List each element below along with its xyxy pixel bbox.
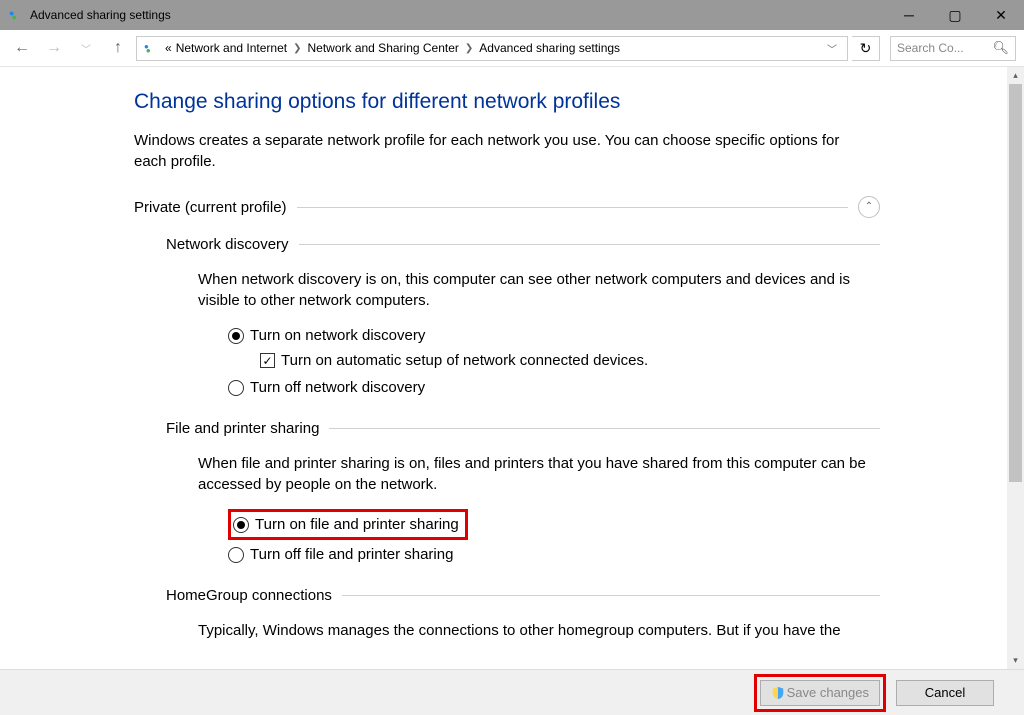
highlight-annotation: Save changes [754, 674, 886, 712]
divider [297, 207, 848, 208]
scroll-down-icon[interactable]: ▾ [1007, 652, 1024, 669]
highlight-annotation: Turn on file and printer sharing [228, 509, 468, 540]
profile-section-header[interactable]: Private (current profile) ⌃ [134, 196, 880, 218]
cancel-button[interactable]: Cancel [896, 680, 994, 706]
vertical-scrollbar[interactable]: ▴ ▾ [1007, 67, 1024, 669]
radio-label: Turn off file and printer sharing [250, 544, 453, 565]
checkbox-auto-setup[interactable]: Turn on automatic setup of network conne… [260, 350, 880, 371]
radio-icon [233, 517, 249, 533]
app-icon [8, 7, 24, 23]
radio-nd-off[interactable]: Turn off network discovery [228, 377, 880, 398]
search-icon: 🔍︎ [992, 40, 1009, 56]
bottom-bar: Save changes Cancel [0, 669, 1024, 715]
divider [342, 595, 880, 596]
radio-icon [228, 328, 244, 344]
search-placeholder: Search Co... [897, 41, 964, 55]
forward-button[interactable]: → [40, 34, 68, 62]
recent-dropdown[interactable]: ﹀ [72, 34, 100, 62]
page-title: Change sharing options for different net… [134, 87, 880, 116]
radio-label: Turn on network discovery [250, 325, 425, 346]
breadcrumb-prefix: « [163, 41, 174, 55]
scroll-thumb[interactable] [1009, 84, 1022, 482]
search-input[interactable]: Search Co... 🔍︎ [890, 36, 1016, 61]
scroll-up-icon[interactable]: ▴ [1007, 67, 1024, 84]
file-printer-header: File and printer sharing [166, 418, 880, 439]
radio-label: Turn on file and printer sharing [255, 514, 459, 535]
homegroup-header: HomeGroup connections [166, 585, 880, 606]
divider [329, 428, 880, 429]
radio-fp-off[interactable]: Turn off file and printer sharing [228, 544, 880, 565]
radio-label: Turn off network discovery [250, 377, 425, 398]
divider [299, 244, 880, 245]
checkbox-label: Turn on automatic setup of network conne… [281, 350, 648, 371]
content-pane: Change sharing options for different net… [0, 67, 880, 641]
radio-icon [228, 380, 244, 396]
location-icon [143, 40, 159, 56]
subsection-label: HomeGroup connections [166, 585, 332, 606]
button-label: Save changes [787, 685, 869, 700]
chevron-right-icon: ❯ [461, 43, 477, 54]
maximize-button[interactable]: ▢ [932, 0, 978, 30]
minimize-button[interactable]: ─ [886, 0, 932, 30]
navbar: ← → ﹀ ↑ « Network and Internet ❯ Network… [0, 30, 1024, 67]
close-button[interactable]: ✕ [978, 0, 1024, 30]
network-discovery-header: Network discovery [166, 234, 880, 255]
window-title: Advanced sharing settings [30, 8, 171, 22]
save-changes-button[interactable]: Save changes [760, 680, 880, 706]
radio-fp-on[interactable]: Turn on file and printer sharing [233, 514, 459, 535]
button-label: Cancel [925, 685, 965, 700]
homegroup-desc: Typically, Windows manages the connectio… [198, 620, 878, 641]
radio-icon [228, 547, 244, 563]
address-bar[interactable]: « Network and Internet ❯ Network and Sha… [136, 36, 848, 61]
radio-nd-on[interactable]: Turn on network discovery [228, 325, 880, 346]
checkbox-icon [260, 353, 275, 368]
breadcrumb-item[interactable]: Network and Internet [174, 41, 289, 55]
subsection-label: File and printer sharing [166, 418, 319, 439]
network-discovery-desc: When network discovery is on, this compu… [198, 269, 878, 311]
titlebar: Advanced sharing settings ─ ▢ ✕ [0, 0, 1024, 30]
breadcrumb-item[interactable]: Network and Sharing Center [305, 41, 460, 55]
profile-label: Private (current profile) [134, 197, 287, 218]
refresh-button[interactable]: ↻ [852, 36, 880, 61]
shield-icon [771, 686, 785, 700]
address-dropdown-icon[interactable]: ﹀ [823, 41, 841, 56]
chevron-right-icon: ❯ [289, 43, 305, 54]
back-button[interactable]: ← [8, 34, 36, 62]
collapse-icon[interactable]: ⌃ [858, 196, 880, 218]
breadcrumb-item[interactable]: Advanced sharing settings [477, 41, 622, 55]
page-intro: Windows creates a separate network profi… [134, 130, 874, 172]
file-printer-desc: When file and printer sharing is on, fil… [198, 453, 878, 495]
up-button[interactable]: ↑ [104, 34, 132, 62]
subsection-label: Network discovery [166, 234, 289, 255]
